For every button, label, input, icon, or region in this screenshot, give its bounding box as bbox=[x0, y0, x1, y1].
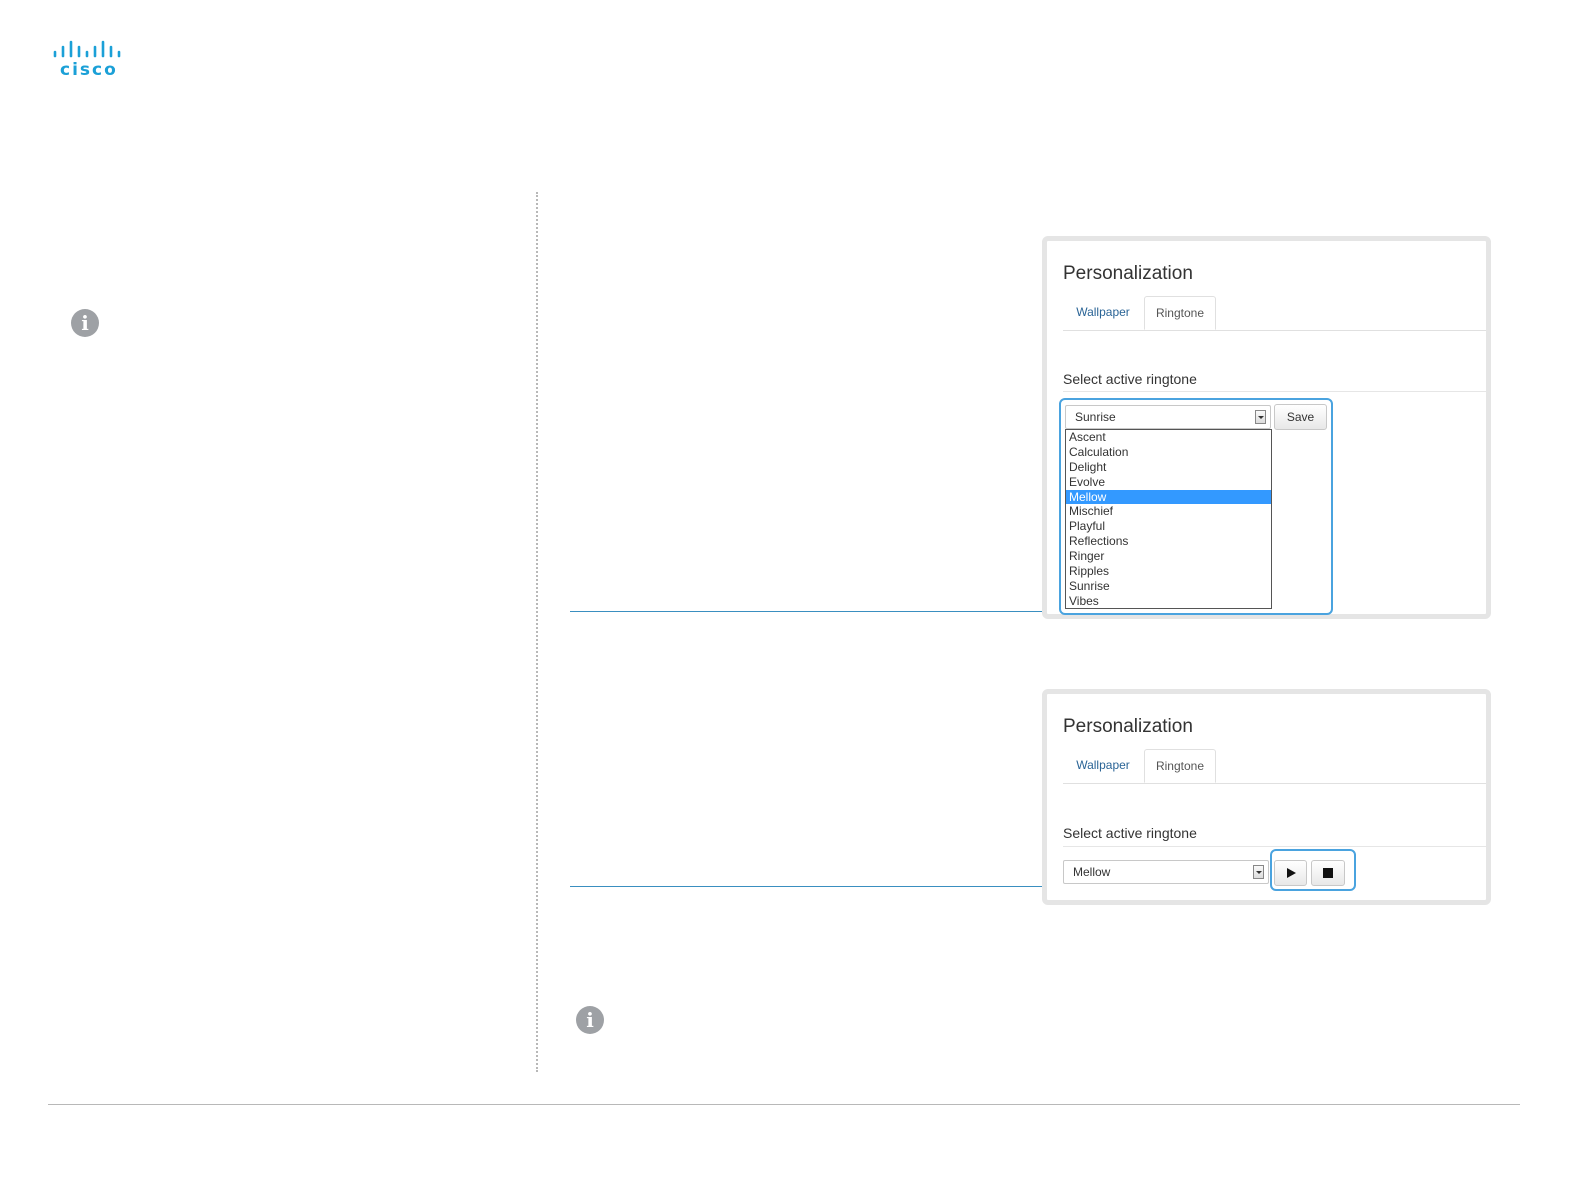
personalization-panel-playback: Personalization Wallpaper Ringtone Selec… bbox=[1042, 689, 1491, 905]
ringtone-select-value: Mellow bbox=[1073, 865, 1111, 879]
tab-bar: Wallpaper Ringtone bbox=[1063, 749, 1486, 784]
callout-highlight-playback bbox=[1270, 849, 1356, 891]
ringtone-select[interactable]: Mellow bbox=[1063, 860, 1269, 884]
tab-wallpaper[interactable]: Wallpaper bbox=[1063, 749, 1143, 783]
footer-divider bbox=[48, 1104, 1520, 1105]
info-icon: i bbox=[71, 309, 99, 337]
callout-highlight-dropdown bbox=[1059, 398, 1333, 615]
tab-ringtone[interactable]: Ringtone bbox=[1144, 749, 1216, 783]
personalization-panel-dropdown: Personalization Wallpaper Ringtone Selec… bbox=[1042, 236, 1491, 619]
cisco-logo: cisco bbox=[52, 40, 128, 82]
chevron-down-icon[interactable] bbox=[1253, 865, 1264, 879]
callout-line-dropdown bbox=[570, 611, 1060, 612]
section-divider bbox=[1063, 391, 1486, 392]
section-heading: Select active ringtone bbox=[1063, 825, 1197, 841]
info-icon: i bbox=[576, 1006, 604, 1034]
section-heading: Select active ringtone bbox=[1063, 371, 1197, 387]
column-divider bbox=[536, 192, 538, 1072]
cisco-wordmark: cisco bbox=[60, 60, 118, 80]
cisco-bars-icon bbox=[53, 40, 121, 58]
tab-ringtone[interactable]: Ringtone bbox=[1144, 296, 1216, 330]
tab-wallpaper[interactable]: Wallpaper bbox=[1063, 296, 1143, 330]
tab-bar: Wallpaper Ringtone bbox=[1063, 296, 1486, 331]
panel-title: Personalization bbox=[1063, 263, 1193, 284]
panel-title: Personalization bbox=[1063, 716, 1193, 737]
section-divider bbox=[1063, 846, 1486, 847]
